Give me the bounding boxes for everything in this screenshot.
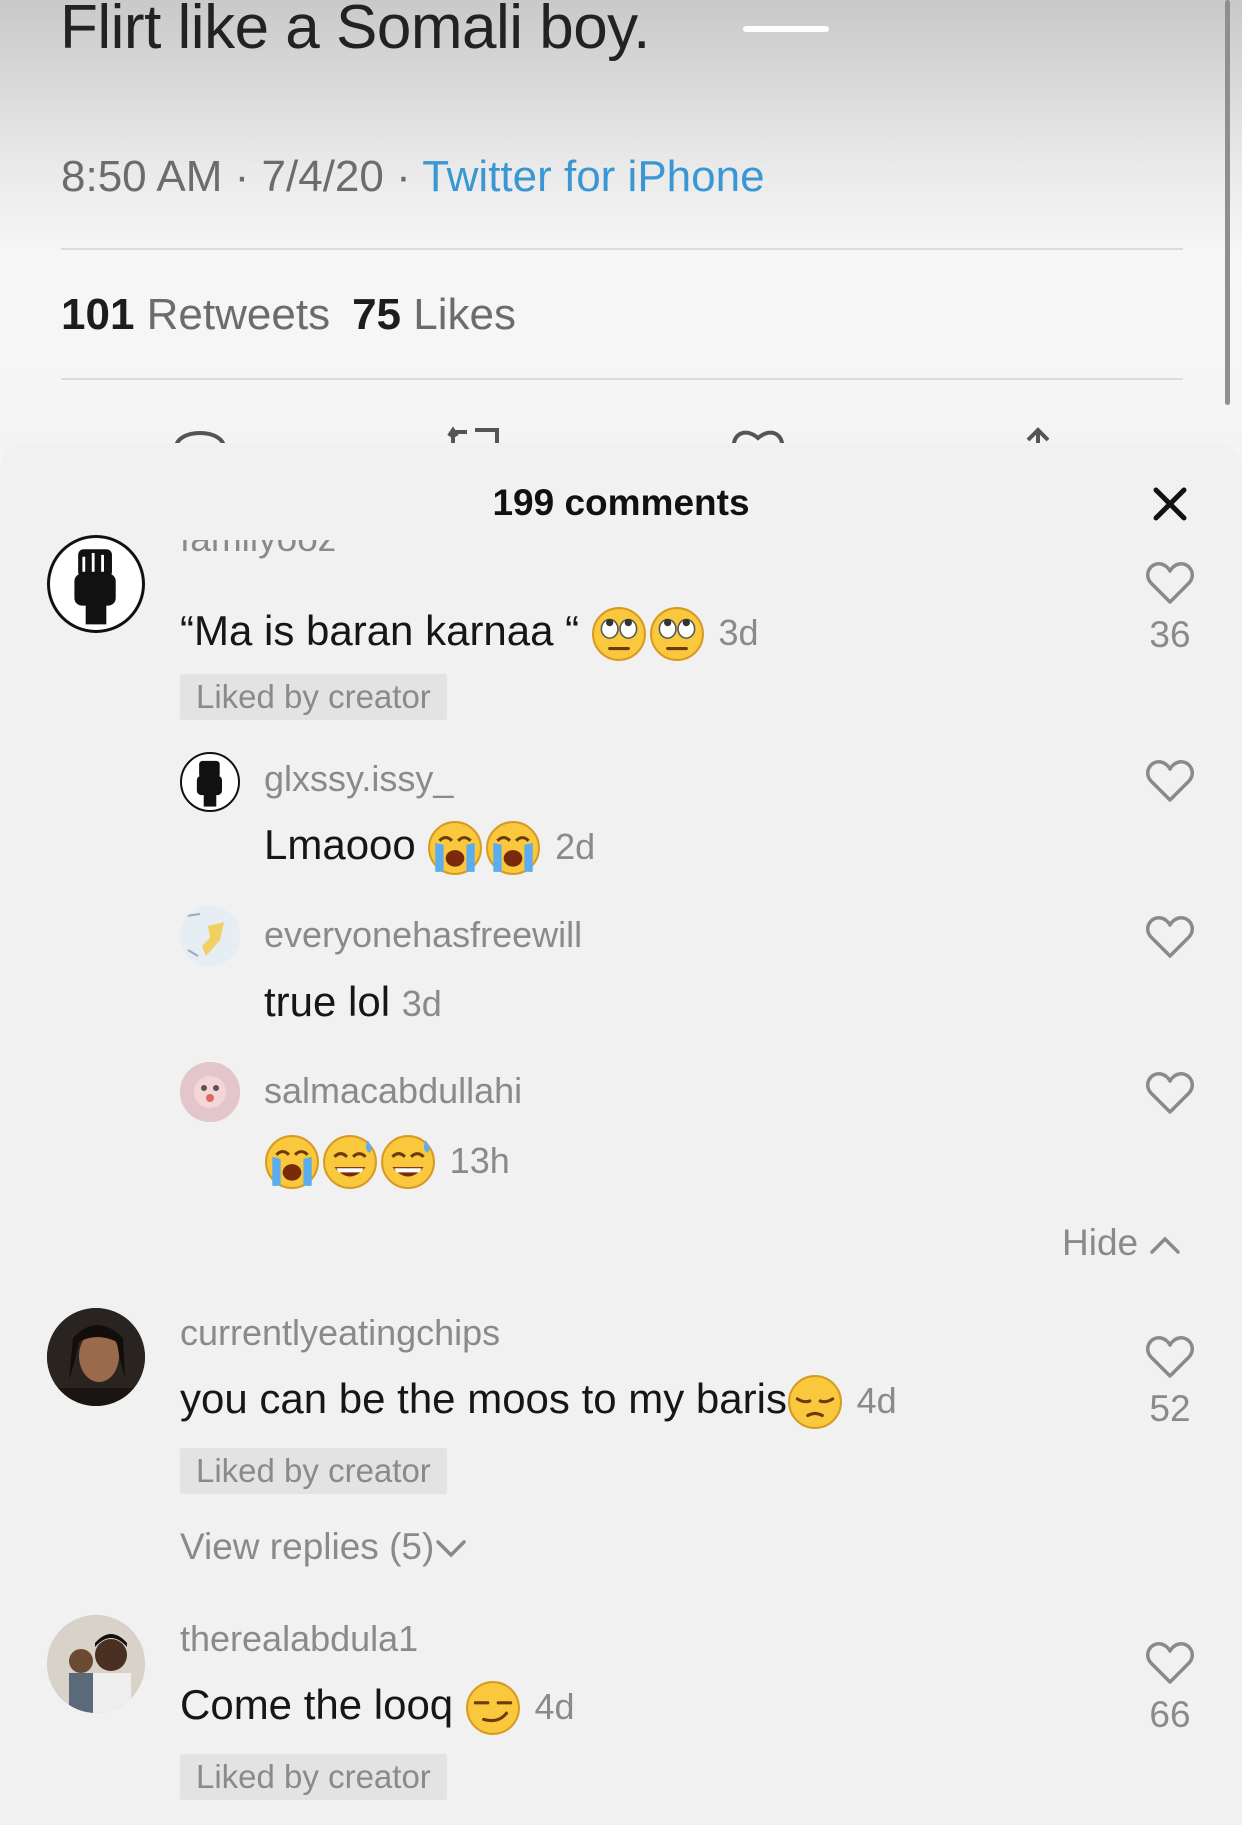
- hide-replies-link[interactable]: Hide: [1062, 1222, 1182, 1264]
- reply-time: 13h: [449, 1140, 510, 1182]
- drag-handle: [743, 26, 829, 32]
- chevron-down-icon: [436, 1540, 467, 1558]
- reply-username[interactable]: glxssy.issy_: [264, 758, 453, 800]
- avatar[interactable]: [180, 752, 240, 812]
- heart-icon: [1146, 1072, 1194, 1114]
- rolling-eyes-emoji: [649, 607, 704, 661]
- heart-icon: [1146, 760, 1194, 802]
- liked-by-creator-badge: Liked by creator: [180, 674, 447, 720]
- reply-username[interactable]: everyonehasfreewill: [264, 914, 582, 956]
- comments-count-title: 199 comments: [492, 482, 750, 523]
- tweet-stats: 101 Retweets 75 Likes: [61, 290, 516, 340]
- crying-emoji: [486, 821, 541, 875]
- divider: [61, 248, 1183, 250]
- heart-icon: [1146, 562, 1194, 604]
- tweet-source-link[interactable]: Twitter for iPhone: [422, 152, 764, 201]
- comment-text: “Ma is baran karnaa “ 3d: [180, 606, 759, 662]
- avatar[interactable]: [47, 535, 145, 633]
- comment-time: 4d: [856, 1380, 897, 1422]
- retweets-label[interactable]: Retweets: [147, 290, 330, 339]
- comment-username[interactable]: currentlyeatingchips: [180, 1312, 500, 1354]
- raised-fist-icon: [74, 549, 116, 625]
- like-button[interactable]: [1145, 914, 1195, 960]
- comment-username[interactable]: therealabdula1: [180, 1618, 418, 1660]
- rolling-eyes-emoji: [591, 607, 646, 661]
- like-button[interactable]: [1145, 758, 1195, 804]
- comment-text: Come the looq 4d: [180, 1680, 575, 1736]
- likes-count: 75: [352, 290, 402, 339]
- close-icon: [1153, 487, 1187, 521]
- like-button[interactable]: [1145, 560, 1195, 606]
- comment-time: 3d: [718, 612, 759, 654]
- like-count: 52: [1149, 1388, 1191, 1429]
- reply-text: true lol 3d: [264, 978, 442, 1025]
- tweet-card: [0, 0, 1242, 470]
- like-count: 36: [1149, 614, 1191, 655]
- tweet-timestamp: 8:50 AM · 7/4/20 ·: [61, 152, 423, 201]
- tweet-text: Flirt like a Somali boy.: [60, 0, 650, 62]
- avatar[interactable]: [180, 1062, 240, 1122]
- reply-time: 2d: [555, 826, 596, 868]
- map-image-icon: [180, 906, 240, 966]
- smirk-emoji: [465, 1681, 520, 1735]
- comment-text: you can be the moos to my baris 4d: [180, 1374, 897, 1430]
- crying-emoji: [428, 821, 483, 875]
- reply-text: Lmaooo 2d: [264, 820, 595, 876]
- view-replies-link[interactable]: View replies (5): [180, 1526, 468, 1568]
- scrollbar[interactable]: [1225, 0, 1230, 405]
- liked-by-creator-badge: Liked by creator: [180, 1448, 447, 1494]
- reply-username[interactable]: salmacabdullahi: [264, 1070, 522, 1112]
- avatar[interactable]: [47, 1308, 145, 1406]
- avatar[interactable]: [180, 906, 240, 966]
- profile-photo-icon: [180, 1062, 240, 1122]
- heart-icon: [1146, 916, 1194, 958]
- divider: [61, 378, 1183, 380]
- raised-fist-icon: [196, 760, 222, 807]
- crying-emoji: [265, 1135, 319, 1189]
- close-button[interactable]: [1150, 484, 1190, 524]
- profile-photo-icon: [47, 1308, 145, 1406]
- heart-icon: [1146, 1336, 1194, 1378]
- reply-time: 3d: [401, 983, 442, 1024]
- comment-time: 4d: [534, 1686, 575, 1728]
- like-button[interactable]: [1145, 1334, 1195, 1380]
- comment-username[interactable]: familyooz: [180, 540, 580, 566]
- sweat-smile-emoji: [381, 1135, 435, 1189]
- pensive-emoji: [788, 1375, 842, 1429]
- profile-photo-icon: [47, 1615, 145, 1713]
- reply-text: 13h: [264, 1134, 510, 1190]
- sweat-smile-emoji: [323, 1135, 377, 1189]
- likes-label[interactable]: Likes: [413, 290, 516, 339]
- liked-by-creator-badge: Liked by creator: [180, 1754, 447, 1800]
- like-button[interactable]: [1145, 1070, 1195, 1116]
- like-count: 66: [1149, 1694, 1191, 1735]
- heart-icon: [1146, 1642, 1194, 1684]
- tweet-meta: 8:50 AM · 7/4/20 · Twitter for iPhone: [61, 152, 765, 202]
- retweets-count: 101: [61, 290, 135, 339]
- like-button[interactable]: [1145, 1640, 1195, 1686]
- avatar[interactable]: [47, 1615, 145, 1713]
- chevron-up-icon: [1150, 1236, 1181, 1254]
